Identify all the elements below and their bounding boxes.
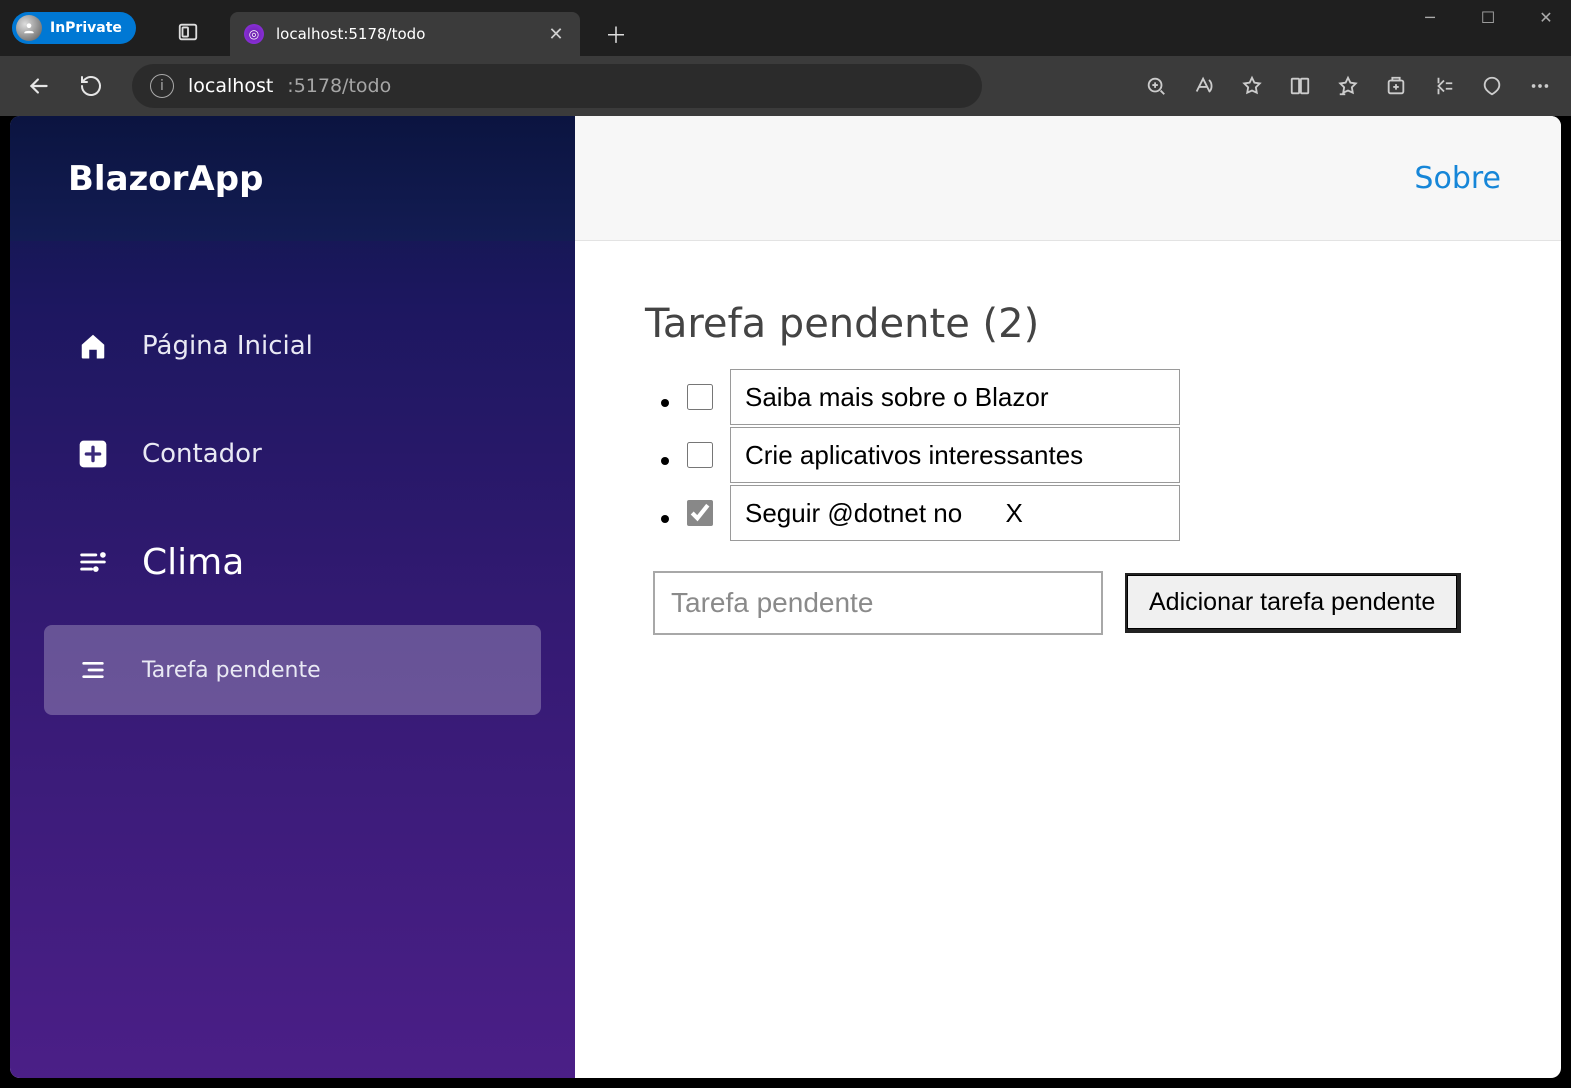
more-menu-icon[interactable]: [1527, 73, 1553, 99]
todo-checkbox[interactable]: [687, 442, 713, 468]
zoom-icon[interactable]: [1143, 73, 1169, 99]
pending-count: 2: [998, 301, 1023, 347]
sidebar: BlazorApp Página Inicial Contador: [10, 116, 575, 1078]
blazor-favicon-icon: ◎: [244, 24, 264, 44]
list-nested-icon: [74, 651, 112, 689]
sidebar-item-todo[interactable]: Tarefa pendente: [44, 625, 541, 715]
sidebar-item-label: Página Inicial: [142, 331, 313, 361]
main: Sobre Tarefa pendente (2): [575, 116, 1561, 1078]
browser-toolbar: i localhost :5178/todo: [0, 56, 1571, 116]
window-maximize-button[interactable]: ☐: [1473, 8, 1503, 27]
read-aloud-icon[interactable]: [1191, 73, 1217, 99]
todo-title-input[interactable]: [730, 427, 1180, 483]
add-todo-button[interactable]: Adicionar tarefa pendente: [1125, 573, 1461, 633]
browser-window: InPrivate ◎ localhost:5178/todo ✕ ＋ ─ ☐ …: [0, 0, 1571, 1088]
refresh-button[interactable]: [70, 65, 112, 107]
about-label: Sobre: [1414, 161, 1501, 196]
nav-list: Página Inicial Contador Clima: [10, 241, 575, 715]
new-tab-button[interactable]: ＋: [600, 18, 632, 50]
tab-close-button[interactable]: ✕: [546, 24, 566, 45]
content: Tarefa pendente (2): [575, 241, 1561, 645]
titlebar: InPrivate ◎ localhost:5178/todo ✕ ＋ ─ ☐ …: [0, 0, 1571, 56]
todo-checkbox[interactable]: [687, 384, 713, 410]
sidebar-item-weather[interactable]: Clima: [44, 517, 541, 607]
home-icon: [74, 327, 112, 365]
todo-checkbox[interactable]: [687, 500, 713, 526]
collections-icon[interactable]: [1383, 73, 1409, 99]
url-path: :5178/todo: [287, 75, 391, 97]
address-bar[interactable]: i localhost :5178/todo: [132, 64, 982, 108]
favorites-list-icon[interactable]: [1335, 73, 1361, 99]
top-bar: Sobre: [575, 116, 1561, 241]
sidebar-item-label: Contador: [142, 439, 262, 469]
sidebar-item-label: Clima: [142, 542, 244, 583]
tab-actions-button[interactable]: [168, 14, 208, 50]
tab-title: localhost:5178/todo: [276, 25, 534, 43]
add-todo-row: Adicionar tarefa pendente: [653, 571, 1551, 635]
window-controls: ─ ☐ ✕: [1415, 8, 1561, 27]
new-todo-input[interactable]: [653, 571, 1103, 635]
app-brand[interactable]: BlazorApp: [10, 116, 575, 241]
brand-label: BlazorApp: [68, 159, 263, 199]
sidebar-item-label: Tarefa pendente: [142, 658, 321, 683]
toolbar-actions: [1143, 73, 1553, 99]
list-item: [683, 427, 1551, 483]
list-icon: [74, 543, 112, 581]
profile-avatar-icon: [16, 15, 42, 41]
extensions-icon[interactable]: [1431, 73, 1457, 99]
todo-title-input[interactable]: [730, 369, 1180, 425]
inprivate-badge[interactable]: InPrivate: [12, 12, 136, 44]
list-item: [683, 485, 1551, 541]
split-screen-icon[interactable]: [1287, 73, 1313, 99]
heading-prefix: Tarefa pendente: [645, 301, 970, 347]
sidebar-item-counter[interactable]: Contador: [44, 409, 541, 499]
list-item: [683, 369, 1551, 425]
back-button[interactable]: [18, 65, 60, 107]
add-button-label: Adicionar tarefa pendente: [1149, 588, 1435, 616]
sidebar-item-home[interactable]: Página Inicial: [44, 301, 541, 391]
todo-list: [683, 369, 1551, 541]
window-minimize-button[interactable]: ─: [1415, 8, 1445, 27]
page-title: Tarefa pendente (2): [645, 301, 1551, 347]
favorite-star-icon[interactable]: [1239, 73, 1265, 99]
inprivate-label: InPrivate: [50, 20, 122, 36]
site-info-icon[interactable]: i: [150, 74, 174, 98]
page-viewport: BlazorApp Página Inicial Contador: [10, 116, 1561, 1078]
about-link[interactable]: Sobre: [1414, 161, 1501, 196]
todo-title-input[interactable]: [730, 485, 1180, 541]
url-host: localhost: [188, 75, 273, 97]
browser-tab[interactable]: ◎ localhost:5178/todo ✕: [230, 12, 580, 56]
plus-square-icon: [74, 435, 112, 473]
window-close-button[interactable]: ✕: [1531, 8, 1561, 27]
browser-essentials-icon[interactable]: [1479, 73, 1505, 99]
